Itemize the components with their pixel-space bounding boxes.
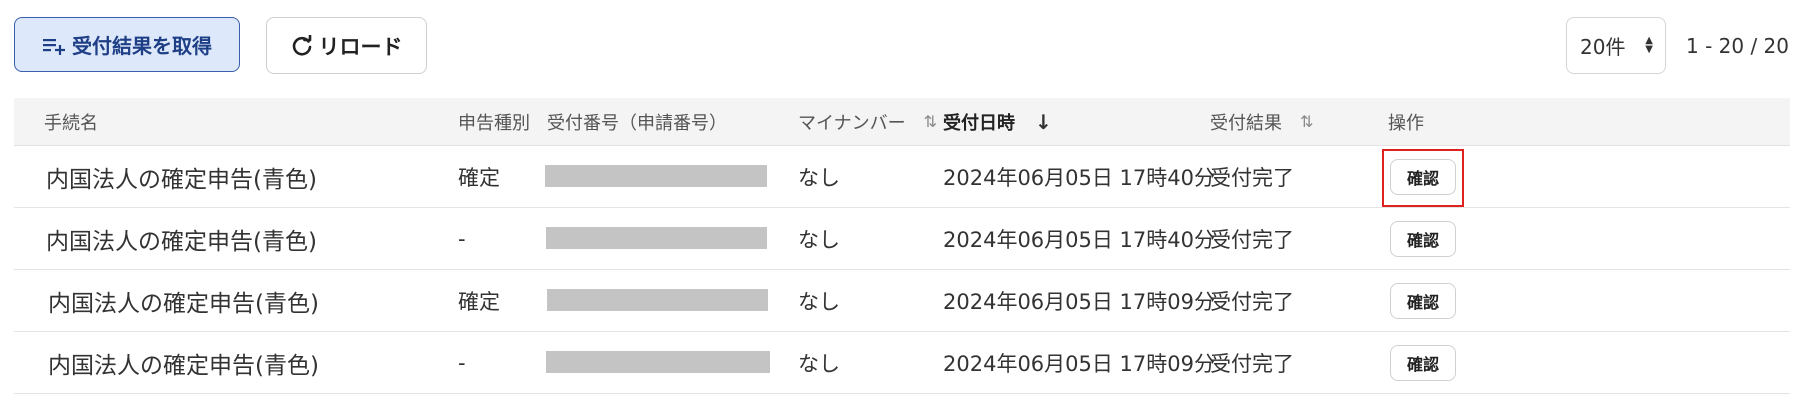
cell-received-at: 2024年06月05日 17時09分 [943,351,1216,376]
cell-mynumber: なし [798,289,840,314]
list-add-icon [42,35,66,55]
column-result-label: 受付結果 [1210,112,1282,134]
column-mynumber[interactable]: マイナンバー ⇅ [798,98,937,145]
redacted-receipt-no [547,289,768,311]
cell-type: 確定 [458,165,500,190]
page-size-select[interactable]: 20件 ▲ ▼ [1566,17,1666,74]
cell-result: 受付完了 [1210,289,1294,314]
column-received-at[interactable]: 受付日時 ↓ [943,98,1052,145]
column-type: 申告種別 [458,112,530,134]
cell-result: 受付完了 [1210,227,1294,252]
confirm-button[interactable]: 確認 [1390,159,1456,195]
cell-received-at: 2024年06月05日 17時40分 [943,227,1216,252]
table-row: 内国法人の確定申告(青色) - なし 2024年06月05日 17時40分 受付… [14,208,1790,270]
sort-descending-icon[interactable]: ↓ [1035,110,1052,134]
cell-mynumber: なし [798,351,840,376]
table-row: 内国法人の確定申告(青色) 確定 なし 2024年06月05日 17時09分 受… [14,270,1790,332]
fetch-results-label: 受付結果を取得 [72,34,212,58]
column-receipt-no: 受付番号（申請番号） [547,112,727,134]
cell-mynumber: なし [798,227,840,252]
cell-result: 受付完了 [1210,165,1294,190]
refresh-icon [291,34,313,57]
cell-mynumber: なし [798,165,840,190]
cell-result: 受付完了 [1210,351,1294,376]
redacted-receipt-no [546,351,770,373]
cell-procedure: 内国法人の確定申告(青色) [48,290,319,317]
redacted-receipt-no [546,227,767,249]
cell-type: 確定 [458,289,500,314]
results-table: 手続名 申告種別 受付番号（申請番号） マイナンバー ⇅ 受付日時 ↓ 受付結果… [14,98,1790,394]
reload-button[interactable]: リロード [266,17,427,74]
table-row: 内国法人の確定申告(青色) 確定 なし 2024年06月05日 17時40分 受… [14,146,1790,208]
column-action: 操作 [1388,112,1424,134]
cell-procedure: 内国法人の確定申告(青色) [46,166,317,193]
page-size-value: 20件 [1580,35,1626,59]
cell-procedure: 内国法人の確定申告(青色) [48,352,319,379]
column-procedure: 手続名 [44,112,98,134]
cell-received-at: 2024年06月05日 17時40分 [943,165,1216,190]
redacted-receipt-no [545,165,767,187]
cell-type: - [458,226,466,251]
table-header: 手続名 申告種別 受付番号（申請番号） マイナンバー ⇅ 受付日時 ↓ 受付結果… [14,98,1790,146]
cell-type: - [458,350,466,375]
column-result[interactable]: 受付結果 ⇅ [1210,98,1313,145]
sort-both-icon[interactable]: ⇅ [1300,112,1313,131]
sort-both-icon[interactable]: ⇅ [924,112,937,131]
reload-label: リロード [318,34,403,59]
pagination-range: 1 - 20 / 20 [1686,33,1790,58]
column-mynumber-label: マイナンバー [798,112,906,134]
select-arrows-icon: ▲ ▼ [1645,35,1653,55]
cell-received-at: 2024年06月05日 17時09分 [943,289,1216,314]
fetch-results-button[interactable]: 受付結果を取得 [14,17,240,72]
cell-procedure: 内国法人の確定申告(青色) [46,228,317,255]
confirm-button[interactable]: 確認 [1390,345,1456,381]
column-received-at-label: 受付日時 [943,112,1015,134]
confirm-button[interactable]: 確認 [1390,283,1456,319]
toolbar: 受付結果を取得 リロード 20件 ▲ ▼ 1 - 20 / 20 [14,17,1790,74]
confirm-button[interactable]: 確認 [1390,221,1456,257]
table-row: 内国法人の確定申告(青色) - なし 2024年06月05日 17時09分 受付… [14,332,1790,394]
